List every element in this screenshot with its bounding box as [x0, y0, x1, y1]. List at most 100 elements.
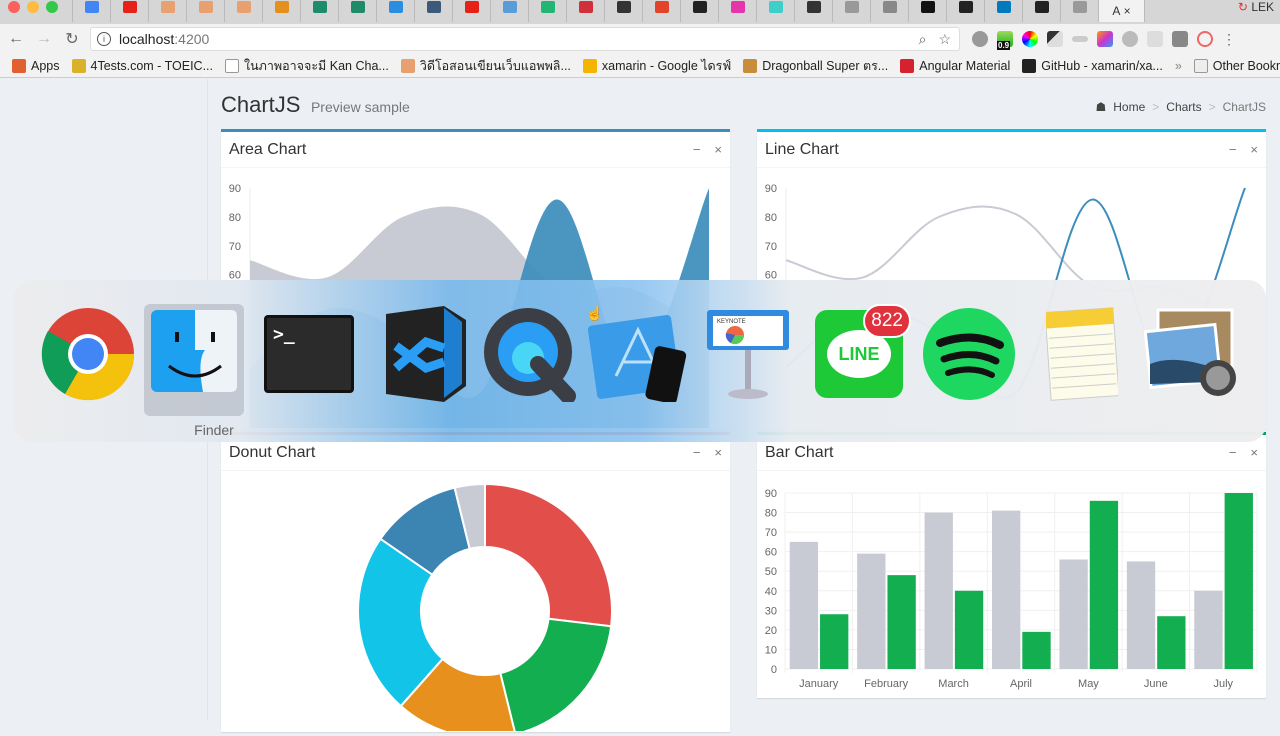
extension-red-icon[interactable] [1197, 31, 1213, 47]
browser-tab[interactable] [528, 0, 566, 22]
browser-tab[interactable] [908, 0, 946, 22]
bookmark-item[interactable]: Apps [12, 56, 60, 76]
x-tick-label: May [1078, 678, 1099, 690]
minimize-icon[interactable]: − [693, 142, 701, 157]
app-preview[interactable] [1142, 304, 1242, 404]
app-chrome[interactable] [38, 304, 138, 404]
browser-tab[interactable] [604, 0, 642, 22]
app-terminal[interactable]: >_ [259, 304, 359, 404]
extension-color-icon[interactable]: 0.9 [997, 31, 1013, 50]
window-controls [8, 1, 58, 13]
more-bookmarks-button[interactable]: » [1175, 59, 1182, 73]
donut-slice [484, 482, 613, 628]
browser-tab[interactable] [718, 0, 756, 22]
close-icon[interactable]: × [1250, 142, 1258, 157]
browser-tab[interactable] [832, 0, 870, 22]
bookmark-item[interactable]: ในภาพอาจจะมี Kan Cha... [225, 56, 389, 76]
browser-tab[interactable] [870, 0, 908, 22]
app-keynote[interactable]: KEYNOTE [698, 304, 798, 404]
extension-bar-icon[interactable] [1072, 36, 1088, 42]
browser-tab[interactable] [680, 0, 718, 22]
minimize-icon[interactable]: − [1229, 142, 1237, 157]
p-icon [388, 1, 403, 13]
browser-tab[interactable] [414, 0, 452, 22]
extension-chat-icon[interactable] [1122, 31, 1138, 47]
minimize-icon[interactable]: − [693, 445, 701, 460]
y-tick-label: 30 [765, 605, 777, 617]
breadcrumb-charts[interactable]: Charts [1166, 100, 1201, 114]
back-button[interactable]: ← [4, 30, 28, 48]
app-finder[interactable] [144, 304, 244, 416]
bookmark-item[interactable]: 4Tests.com - TOEIC... [71, 56, 214, 76]
browser-tab[interactable] [642, 0, 680, 22]
extension-dark-icon[interactable] [1172, 31, 1188, 47]
browser-tab[interactable] [490, 0, 528, 22]
forward-button[interactable]: → [32, 30, 56, 48]
browser-tab[interactable] [300, 0, 338, 22]
apps-grid-icon [12, 58, 26, 73]
reload-button[interactable]: ↻ [60, 29, 84, 49]
browser-tab[interactable] [262, 0, 300, 22]
x-tick-label: June [1144, 678, 1168, 690]
browser-tab[interactable] [1060, 0, 1098, 22]
close-icon[interactable]: × [714, 142, 722, 157]
4tests-icon [71, 58, 86, 73]
bookmark-label: 4Tests.com - TOEIC... [90, 58, 214, 73]
color-wheel-icon[interactable] [1022, 31, 1038, 47]
colorzilla-icon[interactable] [1097, 31, 1113, 47]
new-tab-button[interactable] [1144, 0, 1204, 22]
bookmark-item[interactable]: xamarin - Google ไดรฟ์ [582, 56, 731, 76]
pg-icon[interactable] [1147, 31, 1163, 47]
app-notes[interactable] [1032, 304, 1132, 404]
browser-tab[interactable] [224, 0, 262, 22]
menu-icon[interactable]: ⋮ [1222, 31, 1236, 47]
breadcrumb-home[interactable]: Home [1113, 100, 1145, 114]
browser-tab[interactable] [794, 0, 832, 22]
browser-tab[interactable] [110, 0, 148, 22]
extension-bubble-icon[interactable] [972, 31, 988, 47]
app-vscode[interactable] [374, 304, 474, 404]
vscode-icon [386, 306, 466, 402]
line-icon: LINE 822 [815, 304, 911, 398]
info-icon[interactable]: i [97, 32, 111, 46]
app-line[interactable]: LINE 822 [809, 304, 911, 404]
bookmark-item[interactable]: Dragonball Super ตร... [743, 56, 888, 76]
minimize-window-button[interactable] [27, 1, 39, 13]
profile-button[interactable]: ↻ LEK [1238, 0, 1274, 14]
app-spotify[interactable] [919, 304, 1019, 404]
browser-tab[interactable] [1022, 0, 1060, 22]
tab-active[interactable]: A × [1098, 0, 1144, 22]
bookmark-item[interactable]: Angular Material [900, 56, 1010, 76]
zoom-icon[interactable]: ⌕ [919, 31, 927, 48]
bookmark-label: Dragonball Super ตร... [762, 58, 889, 73]
browser-tab[interactable] [186, 0, 224, 22]
bookmark-item[interactable]: GitHub - xamarin/xa... [1022, 56, 1163, 76]
tab-close-icon[interactable]: × [1124, 4, 1131, 18]
other-bookmarks-folder[interactable]: Other Bookmarks [1193, 58, 1280, 73]
browser-tab[interactable] [452, 0, 490, 22]
browser-tab[interactable] [72, 0, 110, 22]
browser-tab[interactable] [566, 0, 604, 22]
bookmark-item[interactable]: วิดีโอสอนเขียนเว็บแอพพลิ... [400, 56, 571, 76]
close-window-button[interactable] [8, 1, 20, 13]
app-quicktime[interactable] [480, 304, 580, 404]
bookmark-star-icon[interactable]: ☆ [938, 31, 951, 48]
trello-icon [996, 1, 1011, 13]
browser-tab[interactable] [756, 0, 794, 22]
browser-tab[interactable] [376, 0, 414, 22]
browser-tab[interactable] [984, 0, 1022, 22]
chrome-icon [41, 308, 135, 401]
quicktime-icon [484, 308, 576, 402]
address-bar[interactable]: i localhost:4200 ⌕ ☆ [90, 27, 960, 51]
bar [857, 553, 886, 669]
close-icon[interactable]: × [714, 445, 722, 460]
close-icon[interactable]: × [1250, 445, 1258, 460]
all-icon [312, 1, 327, 13]
minimize-icon[interactable]: − [1229, 445, 1237, 460]
browser-tab[interactable] [148, 0, 186, 22]
maximize-window-button[interactable] [46, 1, 58, 13]
x-tick-label: February [864, 678, 909, 690]
browser-tab[interactable] [338, 0, 376, 22]
browser-tab[interactable] [946, 0, 984, 22]
eyedropper-icon[interactable] [1047, 31, 1063, 47]
